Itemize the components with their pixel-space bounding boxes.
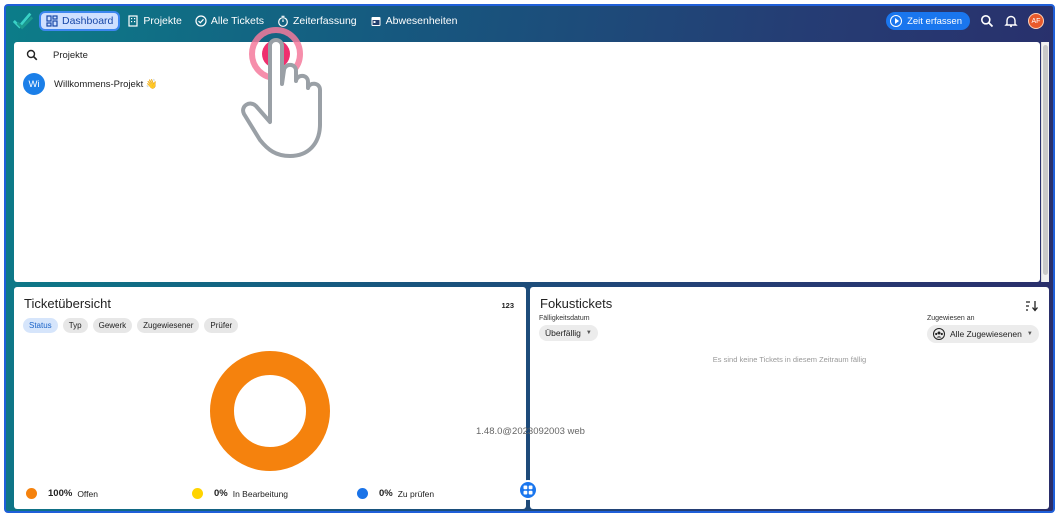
project-search[interactable]: Projekte	[14, 42, 1040, 68]
app-logo-icon[interactable]	[12, 10, 34, 32]
legend-pct: 100%	[48, 488, 73, 499]
focus-tickets-title: Fokustickets	[540, 296, 613, 311]
number-toggle-button[interactable]: 123	[501, 301, 514, 310]
nav-abwesenheiten[interactable]: Abwesenheiten	[364, 12, 464, 30]
projects-scrollbar[interactable]	[1041, 42, 1049, 282]
legend-item-zu-pruefen: 0% Zu prüfen	[357, 488, 434, 499]
search-icon[interactable]	[980, 14, 994, 28]
ticket-overview-tabs: Status Typ Gewerk Zugewiesener Prüfer	[23, 318, 239, 333]
check-circle-icon	[195, 15, 207, 27]
scrollbar-thumb[interactable]	[1043, 45, 1048, 275]
assigned-label: Zugewiesen an	[927, 315, 975, 322]
empty-state-message: Es sind keine Tickets in diesem Zeitraum…	[712, 355, 867, 364]
assigned-value: Alle Zugewiesenen	[950, 329, 1022, 339]
legend-dot	[357, 488, 368, 499]
project-name: Willkommens-Projekt 👋	[54, 78, 158, 90]
search-icon	[26, 49, 38, 61]
widgets-icon	[523, 485, 533, 495]
version-label: 1.48.0@2023092003 web	[476, 426, 585, 437]
legend-label: In Bearbeitung	[232, 488, 289, 499]
due-date-value: Überfällig	[545, 328, 581, 338]
legend-label: Offen	[77, 488, 98, 499]
tab-zugewiesener[interactable]: Zugewiesener	[137, 318, 200, 333]
ticket-overview-panel: Ticketübersicht 123 Status Typ Gewerk Zu…	[14, 287, 526, 509]
widgets-fab-button[interactable]	[518, 480, 538, 500]
ticket-overview-title: Ticketübersicht	[24, 296, 111, 311]
projects-panel: Projekte Wi Willkommens-Projekt 👋	[14, 42, 1040, 282]
tab-typ[interactable]: Typ	[62, 318, 88, 333]
project-avatar: Wi	[23, 73, 45, 95]
legend-pct: 0%	[214, 488, 228, 499]
tab-gewerk[interactable]: Gewerk	[92, 318, 133, 333]
nav-right-group: Zeit erfassen AF	[886, 12, 1048, 30]
caret-down-icon: ▼	[585, 330, 592, 336]
zeit-erfassen-button[interactable]: Zeit erfassen	[886, 12, 970, 30]
nav-projekte-label: Projekte	[143, 15, 182, 27]
legend-item-offen: 100% Offen	[26, 488, 98, 499]
nav-abwesenheiten-label: Abwesenheiten	[385, 15, 458, 27]
user-avatar[interactable]: AF	[1028, 13, 1044, 29]
calendar-icon	[371, 17, 381, 26]
legend-item-in-bearbeitung: 0% In Bearbeitung	[192, 488, 288, 499]
project-list-item[interactable]: Wi Willkommens-Projekt 👋	[14, 73, 1040, 95]
tab-status[interactable]: Status	[23, 318, 58, 333]
dashboard-icon	[46, 15, 58, 27]
play-icon	[890, 15, 903, 27]
caret-down-icon: ▼	[1026, 331, 1033, 337]
due-date-label: Fälligkeitsdatum	[539, 315, 590, 322]
legend-dot	[192, 488, 203, 499]
building-icon	[128, 15, 138, 27]
bell-icon[interactable]	[1004, 14, 1018, 28]
top-nav: Dashboard Projekte Alle Tickets Zeiterfa…	[10, 7, 1048, 35]
legend-label: Zu prüfen	[397, 488, 435, 499]
legend-dot	[26, 488, 37, 499]
legend-pct: 0%	[379, 488, 393, 499]
status-donut-chart	[210, 351, 330, 471]
zeit-erfassen-label: Zeit erfassen	[907, 15, 962, 27]
nav-projekte[interactable]: Projekte	[121, 12, 188, 30]
donut-slice-offen[interactable]	[210, 351, 330, 471]
project-search-placeholder: Projekte	[53, 49, 88, 61]
sort-icon[interactable]	[1025, 300, 1039, 312]
focus-tickets-panel: Fokustickets Fälligkeitsdatum Überfällig…	[530, 287, 1049, 509]
nav-dashboard-label: Dashboard	[62, 15, 114, 27]
assigned-dropdown[interactable]: Alle Zugewiesenen ▼	[927, 325, 1039, 343]
group-icon	[933, 328, 945, 340]
tap-pointer-hand-icon	[241, 27, 322, 158]
tab-pruefer[interactable]: Prüfer	[204, 318, 239, 333]
due-date-dropdown[interactable]: Überfällig ▼	[539, 325, 598, 341]
nav-dashboard[interactable]: Dashboard	[39, 11, 121, 31]
